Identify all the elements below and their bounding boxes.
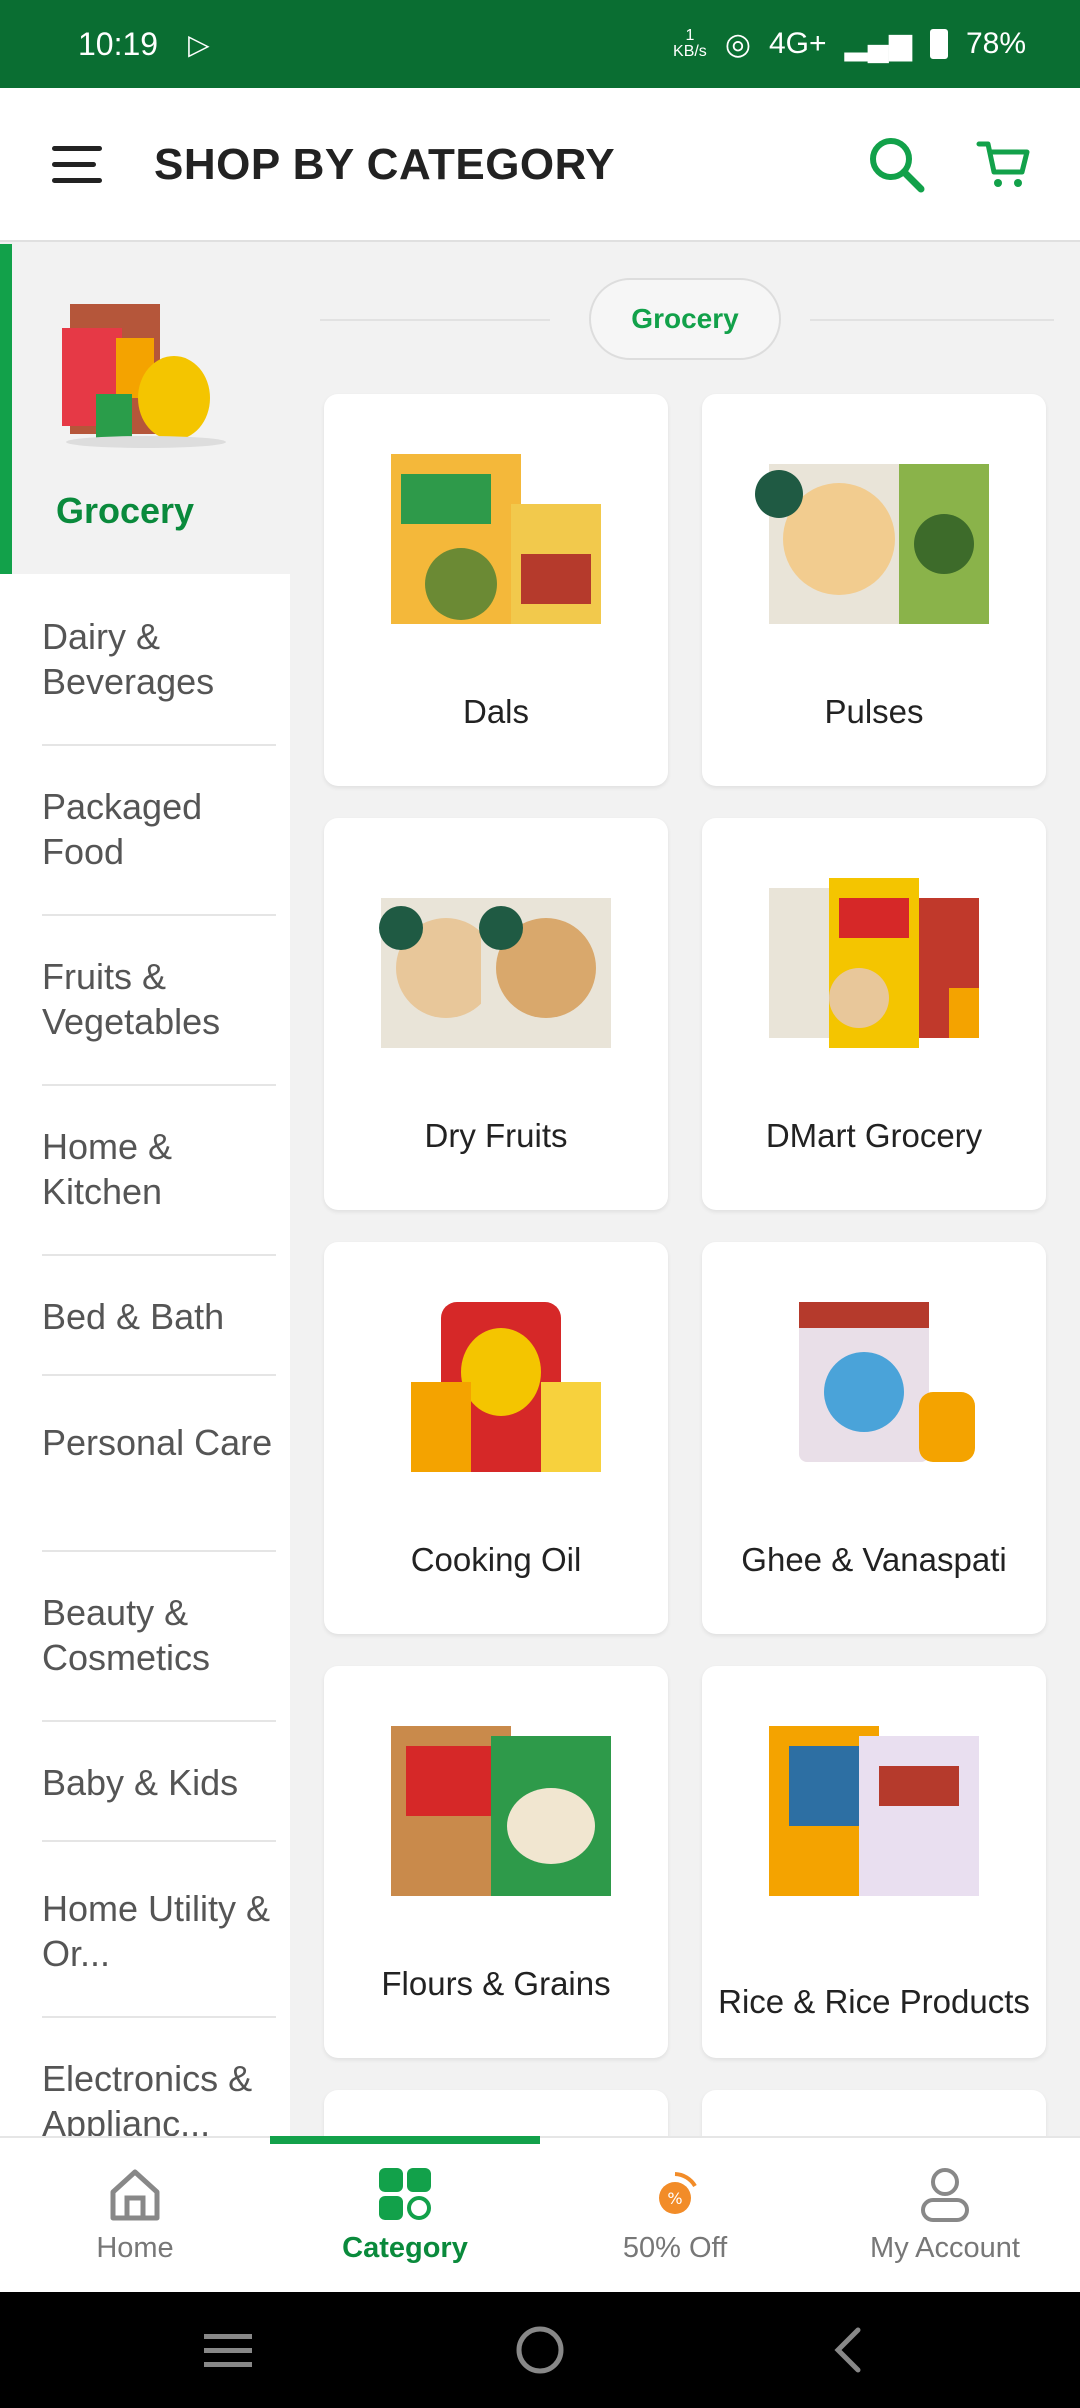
page-title: SHOP BY CATEGORY	[154, 140, 616, 189]
nav-category[interactable]: Category	[270, 2138, 540, 2294]
net-speed-value: 1	[685, 27, 695, 44]
home-button-icon[interactable]	[512, 2322, 568, 2378]
nav-account[interactable]: My Account	[810, 2138, 1080, 2294]
bottom-nav: Home Category % 50% Off My Account	[0, 2136, 1080, 2292]
category-label: DMart Grocery	[765, 1117, 983, 1154]
dals-image	[391, 454, 601, 624]
status-time: 10:19	[78, 25, 159, 62]
dmart-grocery-image	[769, 878, 979, 1048]
category-label: Pulses	[824, 693, 924, 730]
recent-apps-icon[interactable]	[200, 2326, 256, 2376]
discount-icon: %	[659, 2172, 697, 2214]
category-card-dry-fruits[interactable]: Dry Fruits	[324, 818, 668, 1210]
category-label: Dry Fruits	[424, 1117, 568, 1154]
home-icon	[110, 2169, 160, 2221]
network-type: 4G+	[769, 27, 827, 60]
nav-label: My Account	[870, 2232, 1020, 2264]
status-bar: 10:19 ▷ 1 KB/s ◎ 4G+ ▂▄▆ 78%	[0, 0, 1080, 88]
dry-fruits-image	[379, 898, 611, 1048]
category-card-dmart-grocery[interactable]: DMart Grocery	[702, 818, 1046, 1210]
svg-text:%: %	[667, 2189, 682, 2208]
sidebar-item-personal-care[interactable]: Personal Care	[42, 1420, 276, 1552]
menu-icon[interactable]	[52, 146, 102, 184]
category-card-ghee[interactable]: Ghee & Vanaspati	[702, 1242, 1046, 1634]
category-label: Rice & Rice Products	[718, 1983, 1030, 2020]
ghee-image	[799, 1302, 975, 1462]
category-label: Dals	[462, 693, 530, 730]
nav-offer[interactable]: % 50% Off	[540, 2138, 810, 2294]
sidebar-item-fruits[interactable]: Fruits & Vegetables	[42, 954, 276, 1086]
category-card-rice[interactable]: Rice & Rice Products	[702, 1666, 1046, 2058]
play-store-icon: ▷	[188, 28, 210, 60]
status-indicators: 1 KB/s ◎ 4G+ ▂▄▆ 78%	[673, 27, 1026, 62]
section-divider-right	[810, 319, 1054, 321]
sidebar-item-label: Grocery	[56, 490, 195, 531]
category-label: Ghee & Vanaspati	[741, 1541, 1007, 1578]
search-icon[interactable]	[866, 134, 926, 194]
pulses-image	[755, 464, 989, 624]
app-bar: SHOP BY CATEGORY	[0, 88, 1080, 242]
flours-image	[391, 1726, 611, 1896]
category-card-cooking-oil[interactable]: Cooking Oil	[324, 1242, 668, 1634]
sidebar-item-baby-kids[interactable]: Baby & Kids	[42, 1760, 276, 1842]
net-speed: 1 KB/s	[673, 28, 707, 60]
sidebar-item-bed-bath[interactable]: Bed & Bath	[42, 1294, 276, 1376]
category-grid-icon	[379, 2168, 431, 2220]
hotspot-icon: ◎	[724, 27, 751, 61]
section-pill: Grocery	[589, 278, 781, 360]
category-label: Flours & Grains	[381, 1965, 611, 2002]
cooking-oil-image	[411, 1302, 601, 1472]
signal-icon: ▂▄▆	[844, 27, 912, 61]
cart-icon[interactable]	[976, 136, 1032, 192]
net-speed-unit: KB/s	[673, 43, 707, 60]
battery-percent: 78%	[965, 27, 1026, 60]
grocery-thumbnail	[62, 304, 226, 448]
sidebar-item-electronics[interactable]: Electronics & Applianc...	[42, 2056, 276, 2138]
account-icon	[921, 2168, 969, 2222]
sidebar-item-packaged-food[interactable]: Packaged Food	[42, 784, 276, 916]
category-card-dals[interactable]: Dals	[324, 394, 668, 786]
category-sidebar: Grocery Dairy & Beverages Packaged Food …	[0, 244, 290, 2138]
category-label: Cooking Oil	[410, 1541, 582, 1578]
sidebar-item-dairy[interactable]: Dairy & Beverages	[42, 614, 276, 746]
nav-home[interactable]: Home	[0, 2138, 270, 2294]
back-icon[interactable]	[826, 2324, 870, 2376]
sidebar-item-grocery[interactable]: Grocery	[0, 244, 290, 574]
battery-icon	[929, 29, 948, 59]
category-card-flours[interactable]: Flours & Grains	[324, 1666, 668, 2058]
nav-label: 50% Off	[622, 2232, 728, 2264]
nav-label: Category	[342, 2232, 468, 2264]
rice-image	[769, 1726, 979, 1896]
section-divider-left	[320, 319, 550, 321]
sidebar-item-home-utility[interactable]: Home Utility & Or...	[42, 1886, 276, 2018]
category-card-pulses[interactable]: Pulses	[702, 394, 1046, 786]
sidebar-item-home-kitchen[interactable]: Home & Kitchen	[42, 1124, 276, 1256]
system-nav-bar	[0, 2292, 1080, 2408]
sidebar-item-beauty[interactable]: Beauty & Cosmetics	[42, 1590, 276, 1722]
nav-label: Home	[96, 2232, 174, 2264]
